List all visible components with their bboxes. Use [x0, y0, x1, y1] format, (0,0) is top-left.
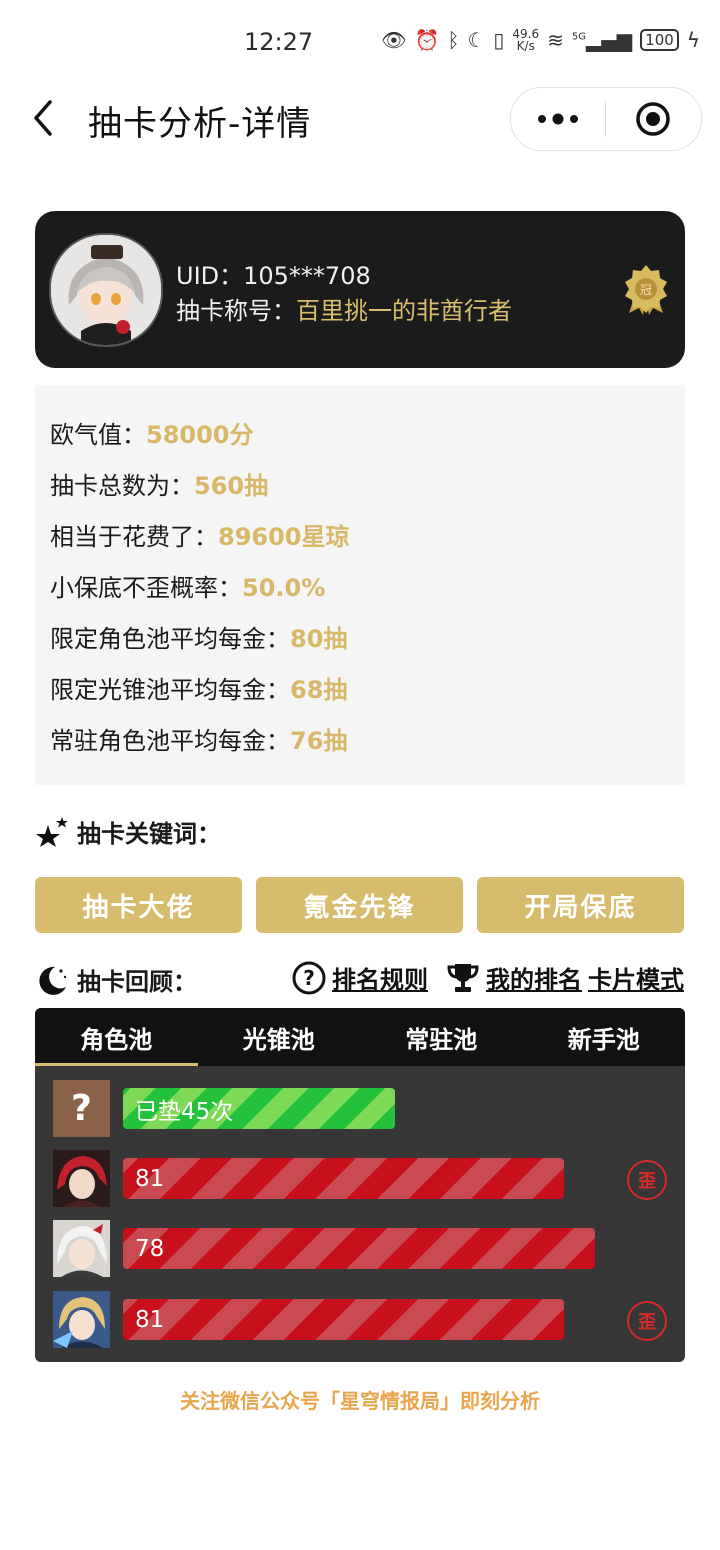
- stat-total-pulls: 抽卡总数为：560抽: [50, 472, 269, 500]
- footer-note: 关注微信公众号「星穹情报局」即刻分析: [180, 1389, 540, 1413]
- stat-standard-char-avg: 常驻角色池平均每金：76抽: [50, 727, 348, 755]
- keywords-heading: 抽卡关键词：: [35, 814, 221, 849]
- more-dots-icon: [538, 113, 578, 125]
- wifi-icon: ≋: [547, 28, 564, 52]
- off-banner-badge: 歪: [627, 1301, 667, 1341]
- ranking-rules-link[interactable]: 排名规则: [332, 960, 428, 995]
- svg-text:冠: 冠: [640, 283, 652, 297]
- stars-icon: [36, 816, 68, 847]
- help-circle-icon: ?: [292, 961, 326, 994]
- signal-icon: 5G▂▄▆: [571, 28, 633, 52]
- character-portrait-icon: [53, 1220, 110, 1277]
- charging-icon: ϟ: [686, 28, 700, 52]
- keyword-tag[interactable]: 氪金先锋: [256, 877, 463, 933]
- keyword-tag[interactable]: 开局保底: [477, 877, 684, 933]
- gacha-title-label: 抽卡称号：: [176, 297, 296, 325]
- battery-icon: 100: [640, 29, 679, 51]
- pending-pity-bar: 已垫45次: [123, 1088, 395, 1129]
- character-portrait-icon: [53, 1291, 110, 1348]
- profile-card: UID：105***708 抽卡称号：百里挑一的非酋行者 冠: [35, 211, 685, 368]
- stat-cost: 相当于花费了：89600星琼: [50, 523, 350, 551]
- character-portrait-icon: [53, 1150, 110, 1207]
- review-links: ? 排名规则 我的排名 卡片模式: [292, 960, 684, 995]
- svg-text:?: ?: [303, 966, 315, 990]
- alarm-icon: ⏰: [414, 28, 440, 52]
- gacha-title: 抽卡称号：百里挑一的非酋行者: [176, 291, 512, 326]
- pull-count-bar: 81: [123, 1299, 564, 1340]
- tab-lightcone-pool[interactable]: 光锥池: [198, 1008, 361, 1066]
- stat-limited-cone-avg: 限定光锥池平均每金：68抽: [50, 676, 348, 704]
- moon-stars-icon: [39, 966, 67, 995]
- target-close-icon: [636, 102, 670, 136]
- card-mode-link[interactable]: 卡片模式: [588, 960, 684, 995]
- my-ranking-link[interactable]: 我的排名: [486, 960, 582, 995]
- back-icon[interactable]: [28, 96, 68, 140]
- miniprogram-capsule: [510, 87, 702, 151]
- more-button[interactable]: [511, 88, 605, 150]
- stats-panel: 欧气值：58000分 抽卡总数为：560抽 相当于花费了：89600星琼 小保底…: [35, 385, 685, 785]
- stat-limited-char-avg: 限定角色池平均每金：80抽: [50, 625, 348, 653]
- avatar[interactable]: [49, 233, 163, 347]
- stat-5050-rate: 小保底不歪概率：50.0%: [50, 574, 326, 602]
- pull-count-bar: 78: [123, 1228, 595, 1269]
- tab-beginner-pool[interactable]: 新手池: [523, 1008, 686, 1066]
- moon-icon: ☾: [467, 28, 486, 52]
- tab-standard-pool[interactable]: 常驻池: [360, 1008, 523, 1066]
- status-icons: 👁 ⏰ ᛒ ☾ ▯ 49.6 K/s ≋ 5G▂▄▆ 100 ϟ: [381, 28, 700, 52]
- close-miniprogram-button[interactable]: [606, 88, 700, 150]
- tab-character-pool[interactable]: 角色池: [35, 1008, 198, 1066]
- review-heading: 抽卡回顾：: [35, 962, 197, 997]
- gacha-title-value: 百里挑一的非酋行者: [296, 297, 512, 325]
- page-title: 抽卡分析-详情: [88, 104, 312, 144]
- eye-icon: 👁: [381, 28, 407, 52]
- unknown-character-icon: ?: [53, 1080, 110, 1137]
- stat-luck: 欧气值：58000分: [50, 421, 254, 449]
- pool-history-panel: 角色池 光锥池 常驻池 新手池 ? 已垫45次 81 歪 78 81 歪: [35, 1008, 685, 1362]
- pool-tabs: 角色池 光锥池 常驻池 新手池: [35, 1008, 685, 1066]
- status-time: 12:27: [244, 28, 314, 56]
- off-banner-badge: 歪: [627, 1160, 667, 1200]
- pull-count-bar: 81: [123, 1158, 564, 1199]
- keyword-tag[interactable]: 抽卡大佬: [35, 877, 242, 933]
- bluetooth-icon: ᛒ: [447, 28, 460, 52]
- vibrate-icon: ▯: [493, 28, 505, 52]
- medal-icon: 冠: [623, 263, 669, 315]
- trophy-icon: [447, 963, 479, 992]
- uid-text: UID：105***708: [176, 262, 371, 290]
- net-speed: 49.6 K/s: [512, 27, 540, 53]
